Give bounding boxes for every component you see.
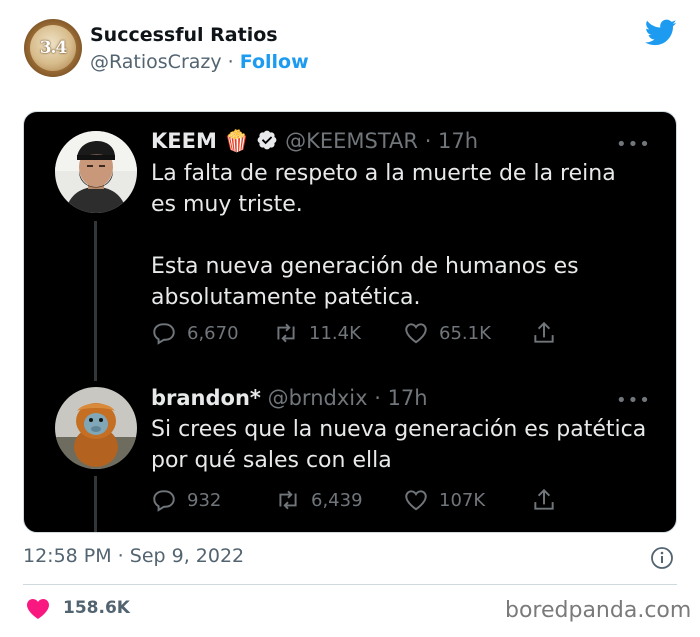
reply-time[interactable]: · 17h (374, 386, 427, 410)
author-line: @RatiosCrazy · Follow (90, 51, 309, 73)
like-action[interactable]: 65.1K (403, 320, 491, 346)
author-name[interactable]: Successful Ratios (90, 24, 278, 46)
follow-button[interactable]: Follow (240, 51, 309, 73)
popcorn-emoji: 🍿 (223, 129, 250, 153)
share-icon (534, 488, 554, 510)
tweet-author-name[interactable]: KEEM (151, 129, 217, 153)
keem-avatar-image (55, 131, 137, 213)
twitter-bird-icon[interactable] (645, 19, 677, 47)
verified-badge-icon (258, 130, 277, 150)
reply-author-name[interactable]: brandon* (151, 386, 261, 410)
author-avatar[interactable]: 3.4 (24, 19, 82, 77)
monkey-avatar-image (55, 387, 137, 469)
reply-retweet-count: 6,439 (311, 489, 363, 511)
likes-total[interactable]: 158.6K (63, 598, 130, 618)
like-count: 65.1K (439, 322, 491, 344)
like-icon (405, 323, 427, 344)
brandon-avatar[interactable] (55, 387, 137, 469)
reply-reply-count: 932 (187, 489, 222, 511)
like-icon (405, 490, 427, 511)
more-options-icon[interactable]: ••• (616, 134, 651, 155)
reply-retweet-action[interactable]: 6,439 (275, 487, 363, 513)
avatar-logo: 3.4 (30, 25, 76, 71)
share-action[interactable] (531, 320, 567, 346)
reply-reply-action[interactable]: 932 (151, 487, 221, 513)
tweet-screenshot: KEEM 🍿 @KEEMSTAR · 17h ••• La falta de r… (23, 111, 677, 533)
handle-separator: · (227, 51, 234, 73)
reply-more-options-icon[interactable]: ••• (616, 390, 651, 411)
avatar-text: 3.4 (39, 38, 68, 58)
reply-header: brandon* @brndxix · 17h (151, 386, 428, 410)
reply-icon (153, 490, 175, 512)
reply-like-action[interactable]: 107K (403, 487, 485, 513)
reply-text: Si crees que la nueva generación es paté… (151, 417, 647, 473)
retweet-icon (277, 323, 295, 343)
footer-divider (23, 584, 677, 585)
reply-action[interactable]: 6,670 (151, 320, 239, 346)
reply-like-count: 107K (439, 489, 486, 511)
tweet-time[interactable]: · 17h (425, 129, 478, 153)
tweet-text: La falta de respeto a la muerte de la re… (151, 161, 616, 310)
tweet-timestamp[interactable]: 12:58 PM · Sep 9, 2022 (23, 545, 244, 567)
heart-icon[interactable] (26, 598, 50, 620)
reply-count: 6,670 (187, 322, 239, 344)
reply-icon (153, 323, 175, 345)
share-icon (534, 321, 554, 343)
retweet-icon (279, 490, 297, 510)
thread-line-2 (94, 476, 97, 532)
thread-line (94, 221, 97, 381)
tweet-author-handle[interactable]: @KEEMSTAR (285, 129, 418, 153)
info-icon[interactable] (650, 546, 674, 570)
reply-author-handle[interactable]: @brndxix (268, 386, 368, 410)
keem-avatar[interactable] (55, 131, 137, 213)
watermark: boredpanda.com (505, 598, 692, 623)
tweet-embed: 3.4 Successful Ratios @RatiosCrazy · Fol… (0, 0, 700, 637)
author-handle[interactable]: @RatiosCrazy (90, 51, 222, 73)
retweet-action[interactable]: 11.4K (273, 320, 361, 346)
tweet-header: KEEM 🍿 @KEEMSTAR · 17h (151, 129, 478, 154)
retweet-count: 11.4K (309, 322, 361, 344)
reply-share-action[interactable] (531, 487, 567, 513)
